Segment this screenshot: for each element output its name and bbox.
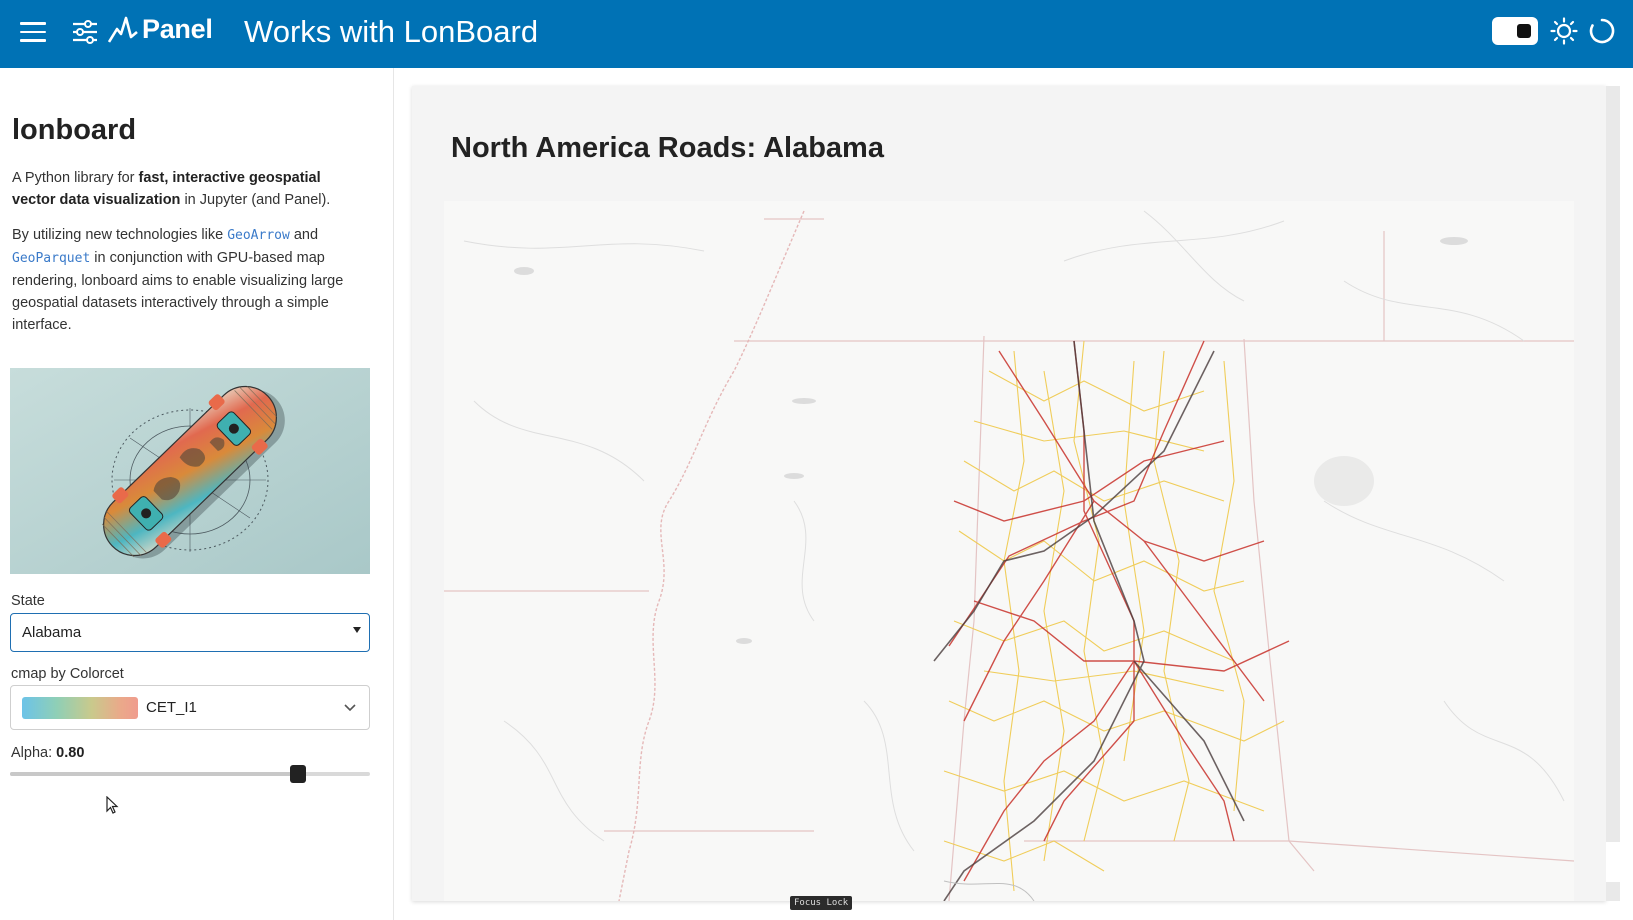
panel-logo-text: Panel <box>142 14 213 44</box>
sidebar: lonboard A Python library for fast, inte… <box>0 68 394 920</box>
focus-lock-badge: Focus Lock <box>790 896 853 910</box>
state-select[interactable]: Alabama <box>10 613 370 652</box>
desc2-text: By utilizing new technologies like <box>12 227 228 243</box>
page-scrollbar[interactable] <box>1606 86 1620 901</box>
cmap-select-value: CET_I1 <box>146 699 197 716</box>
sun-icon[interactable] <box>1550 17 1578 50</box>
state-label: State <box>11 593 45 609</box>
cmap-select[interactable]: CET_I1 <box>10 685 370 730</box>
hamburger-menu-icon[interactable] <box>20 22 46 44</box>
map-title: North America Roads: Alabama <box>451 132 884 164</box>
sidebar-title: lonboard <box>12 114 137 146</box>
description-paragraph-1: A Python library for fast, interactive g… <box>12 167 364 211</box>
mouse-cursor-icon <box>106 795 120 821</box>
geoparquet-link[interactable]: GeoParquet <box>12 251 90 266</box>
geoarrow-link[interactable]: GeoArrow <box>227 228 290 243</box>
settings-sliders-icon[interactable] <box>72 20 98 49</box>
road-map[interactable] <box>444 201 1574 901</box>
scrollbar-thumb[interactable] <box>1606 842 1620 882</box>
skateboard-globe-illustration <box>10 368 370 574</box>
caret-down-icon <box>353 627 361 633</box>
map-card: North America Roads: Alabama <box>412 86 1606 901</box>
alpha-value: 0.80 <box>56 745 85 761</box>
desc1-text-end: in Jupyter (and Panel). <box>180 192 331 208</box>
top-app-bar: Panel Works with LonBoard <box>0 0 1633 68</box>
desc2-text-mid: and <box>289 227 319 243</box>
app-title: Works with LonBoard <box>244 14 539 49</box>
alpha-label-text: Alpha: <box>11 745 57 761</box>
cmap-label: cmap by Colorcet <box>11 666 124 682</box>
theme-toggle[interactable] <box>1492 17 1538 45</box>
slider-fill <box>10 772 298 776</box>
slider-thumb[interactable] <box>290 765 306 783</box>
desc1-text: A Python library for <box>12 170 139 186</box>
chevron-down-icon <box>343 700 357 718</box>
state-select-value: Alabama <box>22 624 82 641</box>
panel-logo-icon <box>108 16 138 43</box>
alpha-slider[interactable] <box>10 764 370 784</box>
panel-logo[interactable]: Panel <box>108 14 213 45</box>
loading-spinner-icon <box>1589 18 1615 49</box>
colormap-swatch <box>22 697 138 719</box>
description-paragraph-2: By utilizing new technologies like GeoAr… <box>12 224 364 336</box>
alpha-label: Alpha: 0.80 <box>11 745 84 761</box>
